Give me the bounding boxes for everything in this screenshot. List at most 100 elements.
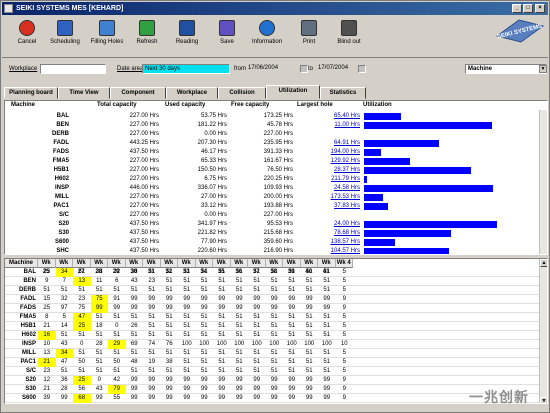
week-load-cell[interactable]: 51 <box>91 358 109 367</box>
summary-row[interactable]: S/C 227.00 Hrs 0.00 Hrs 227.00 Hrs <box>5 211 547 220</box>
week-load-cell[interactable]: 51 <box>213 268 231 277</box>
summary-scrollbar[interactable] <box>539 110 547 254</box>
summary-row[interactable]: FADS 437.50 Hrs 46.17 Hrs 391.33 Hrs 194.00 … <box>5 148 547 157</box>
tab-workplace[interactable]: Workplace <box>166 87 218 99</box>
summary-row[interactable]: SHC 437.50 Hrs 220.60 Hrs 216.90 Hrs 104.57 … <box>5 247 547 254</box>
week-load-cell[interactable]: 51 <box>178 331 196 340</box>
week-load-cell[interactable]: 19 <box>143 358 161 367</box>
week-load-cell[interactable]: 51 <box>266 286 284 295</box>
week-load-cell[interactable]: 38 <box>161 358 179 367</box>
toolbar-button-cancel[interactable]: Cancel <box>8 18 46 56</box>
week-load-cell[interactable]: 51 <box>266 367 284 376</box>
summary-col-header[interactable]: Utilization <box>363 102 392 108</box>
week-load-cell[interactable]: 13 <box>73 277 91 286</box>
toolbar-button-blind-out[interactable]: Blind out <box>330 18 368 56</box>
week-load-cell[interactable]: 99 <box>143 295 161 304</box>
week-load-cell[interactable]: 51 <box>126 286 144 295</box>
week-load-cell[interactable]: 99 <box>283 295 301 304</box>
tab-statistics[interactable]: Statistics <box>320 87 366 99</box>
week-load-cell[interactable]: 99 <box>161 385 179 394</box>
week-load-cell[interactable]: 16 <box>38 331 56 340</box>
week-load-cell[interactable]: 0 <box>73 340 91 349</box>
week-load-cell[interactable]: 97 <box>56 304 74 313</box>
week-load-cell[interactable]: 21 <box>38 385 56 394</box>
week-load-cell[interactable]: 5 <box>336 313 354 322</box>
week-col-header[interactable]: Wk 39 <box>283 259 301 275</box>
week-load-cell[interactable]: 50 <box>73 358 91 367</box>
week-load-cell[interactable]: 43 <box>126 277 144 286</box>
week-load-cell[interactable]: 51 <box>73 331 91 340</box>
week-load-cell[interactable]: 10 <box>336 340 354 349</box>
summary-row[interactable]: DERB 227.00 Hrs 0.00 Hrs 227.00 Hrs <box>5 130 547 139</box>
week-load-cell[interactable]: 51 <box>161 313 179 322</box>
week-load-cell[interactable]: 99 <box>248 376 266 385</box>
minimize-button[interactable]: _ <box>512 4 522 13</box>
summary-row[interactable]: MILL 227.00 Hrs 27.00 Hrs 200.00 Hrs 173.53 … <box>5 193 547 202</box>
week-load-cell[interactable]: 51 <box>248 358 266 367</box>
week-load-cell[interactable]: 51 <box>196 313 214 322</box>
week-load-cell[interactable]: 48 <box>126 358 144 367</box>
week-load-cell[interactable]: 7 <box>56 277 74 286</box>
grid-row[interactable]: MILL 13 34 51 51 51 51 51 51 51 51 51 51 51 51 51 51 51 5 <box>5 349 541 358</box>
week-load-cell[interactable]: 99 <box>301 295 319 304</box>
week-load-cell[interactable]: 99 <box>126 376 144 385</box>
grid-row[interactable]: S/C 23 51 51 51 51 51 51 51 51 51 51 51 51 51 51 51 51 5 <box>5 367 541 376</box>
week-col-header[interactable]: Wk 25 <box>38 259 56 275</box>
tab-collision[interactable]: Collision <box>218 87 266 99</box>
week-load-cell[interactable]: 51 <box>196 349 214 358</box>
week-load-cell[interactable]: 51 <box>143 322 161 331</box>
week-load-cell[interactable]: 99 <box>196 394 214 403</box>
week-col-header[interactable]: Wk 30 <box>125 259 143 275</box>
week-load-cell[interactable]: 51 <box>231 331 249 340</box>
week-load-cell[interactable]: 99 <box>318 385 336 394</box>
week-col-header[interactable]: Wk 4 <box>335 259 353 268</box>
week-load-cell[interactable]: 39 <box>38 394 56 403</box>
week-load-cell[interactable]: 50 <box>108 358 126 367</box>
week-load-cell[interactable]: 51 <box>301 358 319 367</box>
week-load-cell[interactable]: 51 <box>248 286 266 295</box>
week-load-cell[interactable]: 47 <box>56 358 74 367</box>
week-load-cell[interactable]: 99 <box>283 304 301 313</box>
chevron-down-icon[interactable]: ▼ <box>539 65 547 73</box>
week-col-header[interactable]: Wk 38 <box>265 259 283 275</box>
summary-row[interactable]: S600 437.50 Hrs 77.90 Hrs 359.60 Hrs 138.57 … <box>5 238 547 247</box>
tab-component[interactable]: Component <box>110 87 166 99</box>
week-load-cell[interactable]: 99 <box>178 295 196 304</box>
toolbar-button-print[interactable]: Print <box>290 18 328 56</box>
week-load-cell[interactable]: 55 <box>108 394 126 403</box>
week-load-cell[interactable]: 14 <box>56 322 74 331</box>
summary-row[interactable]: BEN 227.00 Hrs 181.22 Hrs 45.78 Hrs 11.00 Hr… <box>5 121 547 130</box>
week-load-cell[interactable]: 23 <box>143 277 161 286</box>
week-load-cell[interactable]: 99 <box>196 304 214 313</box>
week-load-cell[interactable]: 99 <box>248 304 266 313</box>
week-load-cell[interactable]: 51 <box>161 349 179 358</box>
week-load-cell[interactable]: 99 <box>91 394 109 403</box>
summary-row[interactable]: FMA5 227.00 Hrs 65.33 Hrs 161.67 Hrs 129.92 … <box>5 157 547 166</box>
grid-row[interactable]: S600 39 99 68 99 55 99 99 99 99 99 99 99 99 99 99 99 99 9 <box>5 394 541 403</box>
week-load-cell[interactable]: 99 <box>108 304 126 313</box>
week-load-cell[interactable]: 5 <box>336 367 354 376</box>
week-load-cell[interactable]: 51 <box>196 322 214 331</box>
week-load-cell[interactable]: 51 <box>126 349 144 358</box>
week-load-cell[interactable]: 51 <box>178 286 196 295</box>
toolbar-button-refresh[interactable]: Refresh <box>128 18 166 56</box>
week-load-cell[interactable]: 99 <box>318 394 336 403</box>
week-load-cell[interactable]: 99 <box>126 385 144 394</box>
week-load-cell[interactable]: 51 <box>196 331 214 340</box>
summary-row[interactable]: FADL 443.25 Hrs 207.30 Hrs 235.95 Hrs 64.91 … <box>5 139 547 148</box>
week-load-cell[interactable]: 51 <box>213 286 231 295</box>
week-load-cell[interactable]: 32 <box>108 268 126 277</box>
toolbar-button-reading[interactable]: Reading <box>168 18 206 56</box>
week-load-cell[interactable]: 51 <box>318 277 336 286</box>
week-load-cell[interactable]: 51 <box>301 331 319 340</box>
week-load-cell[interactable]: 51 <box>266 349 284 358</box>
summary-col-header[interactable]: Total capacity <box>97 102 137 108</box>
week-load-cell[interactable]: 99 <box>318 304 336 313</box>
week-load-cell[interactable]: 51 <box>143 286 161 295</box>
week-load-cell[interactable]: 99 <box>126 304 144 313</box>
calendar-icon[interactable] <box>300 65 308 73</box>
week-load-cell[interactable]: 51 <box>91 331 109 340</box>
week-col-header[interactable]: Wk 35 <box>213 259 231 275</box>
week-load-cell[interactable]: 99 <box>283 385 301 394</box>
maximize-button[interactable]: □ <box>523 4 533 13</box>
